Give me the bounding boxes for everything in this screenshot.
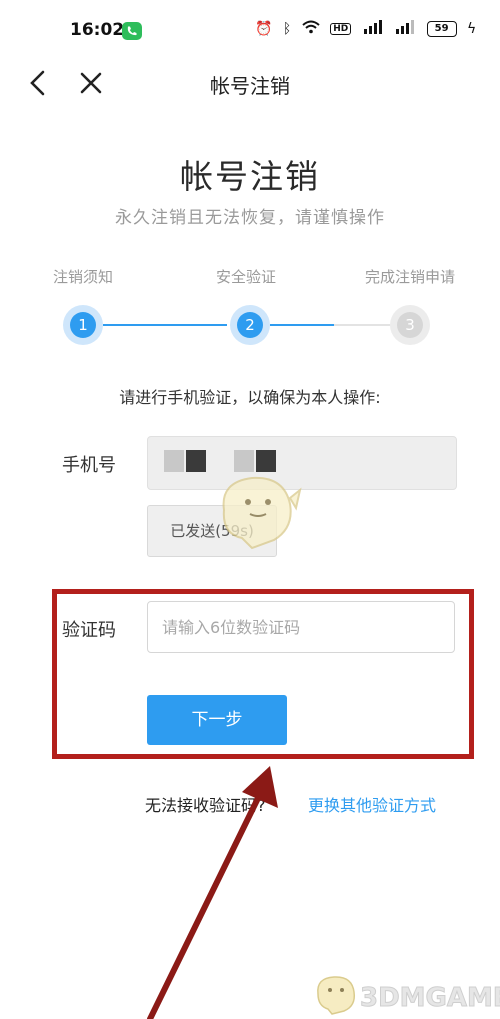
masked-digit (164, 450, 184, 472)
step-connector-2-done (270, 324, 334, 326)
bluetooth-icon: ᛒ (282, 21, 292, 37)
masked-digit (186, 450, 206, 472)
phone-number-field (147, 436, 457, 490)
wifi-icon (302, 20, 320, 38)
status-time: 16:02 (70, 20, 125, 40)
signal-icon-2 (394, 20, 416, 38)
verify-instruction: 请进行手机验证，以确保为本人操作: (119, 388, 381, 407)
charging-icon: ϟ (467, 21, 477, 37)
status-icons: ⏰ ᛒ HD 59 ϟ (255, 20, 482, 38)
step-number-3: 3 (397, 312, 423, 338)
step-number-2: 2 (237, 312, 263, 338)
step-circle-2: 2 (230, 305, 270, 345)
hd-icon: HD (330, 23, 352, 35)
step-label-3: 完成注销申请 (364, 268, 455, 286)
highlight-frame (52, 589, 474, 759)
step-label-2: 安全验证 (215, 268, 276, 286)
step-circle-1: 1 (63, 305, 103, 345)
battery-icon: 59 (426, 21, 457, 37)
phone-call-icon (122, 22, 142, 40)
step-number-1: 1 (70, 312, 96, 338)
page-subtitle: 永久注销且无法恢复，请谨慎操作 (115, 208, 385, 228)
mascot-watermark-icon (222, 476, 302, 550)
watermark-text: 3DMGAME (360, 983, 500, 1014)
change-verification-method-link[interactable]: 更换其他验证方式 (308, 792, 436, 816)
step-circle-3: 3 (390, 305, 430, 345)
watermark-logo-icon (317, 976, 356, 1015)
nav-title: 帐号注销 (210, 74, 290, 98)
alarm-icon: ⏰ (255, 21, 273, 37)
cannot-receive-code-text: 无法接收验证码? (145, 796, 266, 815)
step-label-1: 注销须知 (52, 268, 113, 286)
step-connector-2-pending (334, 324, 392, 326)
phone-label: 手机号 (62, 455, 116, 476)
signal-icon-1 (362, 20, 384, 38)
page-title: 帐号注销 (180, 157, 320, 196)
step-connector-1 (103, 324, 227, 326)
